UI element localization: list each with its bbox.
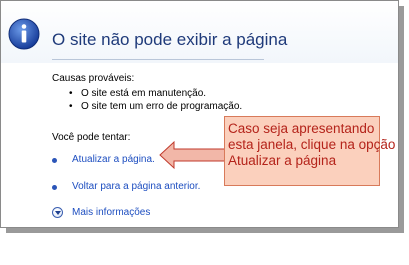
page-title: O site não pode exibir a página	[52, 30, 288, 49]
action-item-back: Voltar para a página anterior.	[52, 181, 252, 193]
annotation-callout: Caso seja apresentando esta janela, cliq…	[224, 116, 396, 186]
page-header: O site não pode exibir a página	[1, 1, 398, 63]
try-label: Você pode tentar:	[52, 132, 131, 143]
cause-text: O site está em manutenção.	[81, 88, 207, 99]
header-divider	[52, 59, 264, 60]
annotation-line: Caso seja apresentando	[228, 121, 375, 136]
causes-label: Causas prováveis:	[52, 73, 135, 84]
cause-text: O site tem um erro de programação.	[81, 101, 243, 112]
action-item-refresh: Atualizar a página.	[52, 154, 252, 166]
cause-item: • O site está em manutenção.	[69, 88, 207, 99]
go-back-link[interactable]: Voltar para a página anterior.	[72, 181, 200, 192]
refresh-page-link[interactable]: Atualizar a página.	[72, 154, 155, 165]
annotation-line: esta janela, clique na opção	[228, 137, 396, 152]
info-icon	[8, 18, 40, 50]
cause-item: • O site tem um erro de programação.	[69, 101, 243, 112]
error-page-window: O site não pode exibir a página Causas p…	[0, 0, 399, 228]
bullet-icon	[52, 185, 57, 190]
annotation-line: Atualizar a página	[228, 153, 337, 168]
expand-down-icon[interactable]	[52, 207, 63, 218]
more-info-link[interactable]: Mais informações	[72, 207, 150, 218]
more-info-row[interactable]: Mais informações	[52, 207, 252, 219]
bullet-icon	[52, 158, 57, 163]
